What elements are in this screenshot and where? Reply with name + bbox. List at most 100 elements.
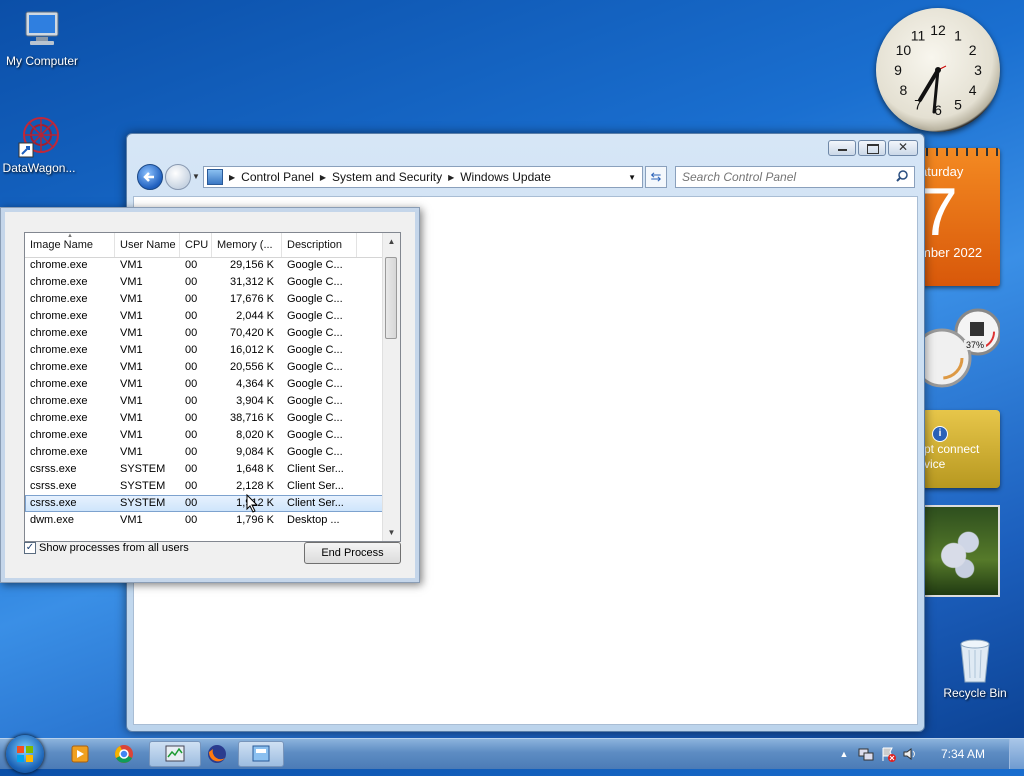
table-row[interactable]: chrome.exe VM1 00 2,044 K Google C... <box>25 308 385 325</box>
process-rows: chrome.exe VM1 00 29,156 K Google C... chrome… <box>25 257 385 529</box>
volume-icon[interactable] <box>902 746 918 762</box>
table-row[interactable]: chrome.exe VM1 00 3,904 K Google C... <box>25 393 385 410</box>
table-cell: 1,648 K <box>236 463 274 475</box>
calendar-gadget[interactable]: aturday 7 mber 2022 <box>918 148 1000 286</box>
close-button[interactable]: ✕ <box>888 140 918 156</box>
column-memory[interactable]: Memory (... <box>212 233 282 257</box>
table-cell: 20,556 K <box>229 361 274 373</box>
table-cell: 00 <box>185 514 198 526</box>
action-center-flag-icon[interactable] <box>880 746 896 762</box>
process-list[interactable]: Image Name User Name CPU Memory (... Des… <box>24 232 401 542</box>
table-row[interactable]: chrome.exe VM1 00 31,312 K Google C... <box>25 274 385 291</box>
clock-time[interactable]: 7:34 AM <box>941 747 985 761</box>
table-row[interactable]: chrome.exe VM1 00 20,556 K Google C... <box>25 359 385 376</box>
table-cell: Google C... <box>287 395 343 407</box>
windows-logo-icon <box>17 746 33 762</box>
table-cell: 70,420 K <box>229 327 274 339</box>
table-cell: 00 <box>185 259 198 271</box>
clock-gadget[interactable]: 12 1 2 3 4 5 6 7 8 9 10 11 <box>876 8 1000 132</box>
search-box[interactable] <box>675 166 915 188</box>
table-cell: VM1 <box>120 344 143 356</box>
table-cell: 31,312 K <box>229 276 274 288</box>
table-row[interactable]: chrome.exe VM1 00 38,716 K Google C... <box>25 410 385 427</box>
info-gadget[interactable]: i pt connect vice <box>922 410 1000 488</box>
show-all-users-option[interactable]: ✓ Show processes from all users <box>24 542 189 554</box>
scroll-up-arrow-icon[interactable]: ▲ <box>383 233 400 250</box>
table-cell: Desktop ... <box>287 514 340 526</box>
taskbar-firefox[interactable] <box>191 741 243 767</box>
table-row[interactable]: chrome.exe VM1 00 16,012 K Google C... <box>25 342 385 359</box>
cpu-meter-gadget[interactable]: 37% <box>912 300 1002 390</box>
table-cell: 00 <box>185 497 198 509</box>
table-cell: chrome.exe <box>30 446 88 458</box>
desktop-icon-datawagon[interactable]: DataWagon... <box>0 115 81 175</box>
table-row[interactable]: csrss.exe SYSTEM 00 1,648 K Client Ser... <box>25 461 385 478</box>
search-icon[interactable] <box>896 169 908 185</box>
table-cell: csrss.exe <box>30 480 77 492</box>
show-hidden-icons-icon[interactable]: ▲ <box>836 746 852 762</box>
network-icon[interactable] <box>858 746 874 762</box>
table-cell: 00 <box>185 412 198 424</box>
table-row[interactable]: csrss.exe SYSTEM 00 2,128 K Client Ser... <box>25 478 385 495</box>
clock-numeral: 1 <box>954 27 962 43</box>
recent-pages-dropdown[interactable]: ▼ <box>192 172 200 181</box>
address-bar[interactable]: ▶ Control Panel ▶ System and Security ▶ … <box>203 166 643 188</box>
address-dropdown-icon[interactable]: ▼ <box>628 173 636 182</box>
table-cell: 00 <box>185 429 198 441</box>
breadcrumb-control-panel[interactable]: Control Panel <box>235 170 320 184</box>
table-row[interactable]: chrome.exe VM1 00 8,020 K Google C... <box>25 427 385 444</box>
table-cell: chrome.exe <box>30 378 88 390</box>
scroll-down-arrow-icon[interactable]: ▼ <box>383 524 400 541</box>
table-cell: SYSTEM <box>120 497 166 509</box>
table-row[interactable]: dwm.exe VM1 00 1,796 K Desktop ... <box>25 512 385 529</box>
end-process-button[interactable]: End Process <box>304 542 401 564</box>
table-row[interactable]: chrome.exe VM1 00 4,364 K Google C... <box>25 376 385 393</box>
table-row[interactable]: chrome.exe VM1 00 70,420 K Google C... <box>25 325 385 342</box>
table-cell: 16,012 K <box>229 344 274 356</box>
table-cell: csrss.exe <box>30 463 77 475</box>
desktop-icon-recycle-bin[interactable]: Recycle Bin <box>933 636 1017 700</box>
refresh-button[interactable]: ⇆ <box>645 166 667 188</box>
table-row[interactable]: csrss.exeSYSTEM001,912 KClient Ser... <box>25 495 385 512</box>
maximize-button[interactable] <box>858 140 886 156</box>
table-cell: chrome.exe <box>30 361 88 373</box>
taskbar-chrome[interactable] <box>98 741 150 767</box>
table-cell: 2,128 K <box>236 480 274 492</box>
control-panel-icon <box>252 745 270 762</box>
mouse-cursor-icon <box>246 494 259 513</box>
taskbar-control-panel[interactable] <box>238 741 284 767</box>
show-desktop-button[interactable] <box>1009 739 1024 769</box>
clock-numeral: 5 <box>954 97 962 113</box>
start-button[interactable] <box>6 735 44 773</box>
breadcrumb-system-and-security[interactable]: System and Security <box>326 170 448 184</box>
vertical-scrollbar[interactable]: ▲ ▼ <box>382 233 400 541</box>
table-cell: 8,020 K <box>236 429 274 441</box>
table-cell: 29,156 K <box>229 259 274 271</box>
task-manager-window[interactable]: Image Name User Name CPU Memory (... Des… <box>0 207 420 583</box>
table-cell: VM1 <box>120 514 143 526</box>
minimize-button[interactable] <box>828 140 856 156</box>
column-description[interactable]: Description <box>282 233 357 257</box>
forward-button[interactable] <box>165 164 191 190</box>
table-row[interactable]: chrome.exe VM1 00 17,676 K Google C... <box>25 291 385 308</box>
table-cell: VM1 <box>120 293 143 305</box>
breadcrumb-windows-update[interactable]: Windows Update <box>454 170 557 184</box>
table-cell: Client Ser... <box>287 463 344 475</box>
table-cell: chrome.exe <box>30 293 88 305</box>
back-button[interactable] <box>137 164 163 190</box>
show-all-users-checkbox[interactable]: ✓ <box>24 542 36 554</box>
column-cpu[interactable]: CPU <box>180 233 212 257</box>
column-user-name[interactable]: User Name <box>115 233 180 257</box>
table-row[interactable]: chrome.exe VM1 00 29,156 K Google C... <box>25 257 385 274</box>
scrollbar-thumb[interactable] <box>385 257 397 339</box>
table-cell: VM1 <box>120 361 143 373</box>
table-cell: Google C... <box>287 429 343 441</box>
table-cell: 00 <box>185 327 198 339</box>
search-input[interactable] <box>676 169 894 185</box>
slideshow-gadget[interactable] <box>922 505 1000 597</box>
desktop-icon-my-computer[interactable]: My Computer <box>0 10 84 68</box>
table-row[interactable]: chrome.exe VM1 00 9,084 K Google C... <box>25 444 385 461</box>
recycle-bin-icon <box>955 636 995 684</box>
table-cell: 00 <box>185 378 198 390</box>
table-cell: 00 <box>185 310 198 322</box>
